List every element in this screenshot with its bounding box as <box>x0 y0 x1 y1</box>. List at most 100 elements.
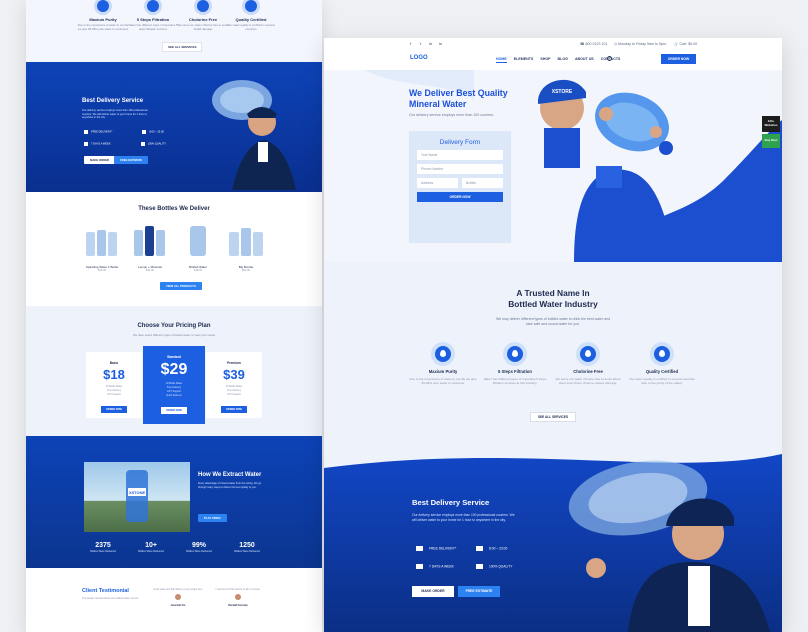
free-estimate-button[interactable]: FREE ESTIMATE <box>458 586 500 597</box>
stat-item: 10+ Bottles Were Delivered <box>126 542 176 553</box>
left-feature-purity: Maxium Purity Due to the importance of w… <box>76 0 130 31</box>
testimonial-author: Jeremiah Fin <box>170 604 186 608</box>
hours-info: ◷ Monday to Friday 9am to 5pm <box>614 41 666 46</box>
feature-desc: Due to the importance of water to our li… <box>77 23 129 31</box>
left-bottles-section: These Bottles We Deliver Sparkling Water… <box>26 192 322 306</box>
avatar <box>175 594 181 601</box>
plan-name: Basic <box>109 361 119 365</box>
bottle-image: XSTONE <box>126 470 148 522</box>
feature-card-quality: Quality Certified Our water quality is c… <box>626 346 698 386</box>
stat-label: Bottles Were Delivered <box>186 550 212 553</box>
delivery-man-image <box>212 80 296 190</box>
badge-icon <box>654 346 670 362</box>
product-card[interactable]: Lemon + Minerals $24.00 <box>130 222 170 272</box>
plan-order-button[interactable]: ORDER NOW <box>101 406 127 414</box>
plan-order-button[interactable]: ORDER NOW <box>221 406 247 414</box>
left-feature-filtration: 5 Steps Filtration Water has different t… <box>126 0 180 31</box>
testimonial-card: Great water and fast delivery every sing… <box>150 588 206 608</box>
hero-subtitle: Our delivery service employs more than 1… <box>409 113 495 117</box>
linkedin-icon[interactable]: in <box>439 41 442 46</box>
feature-title: Quality Certified <box>645 369 679 374</box>
stat-item: 99% Bottles Were Delivered <box>174 542 224 553</box>
make-order-button[interactable]: MAKE ORDER <box>84 156 116 164</box>
bottle-icon <box>229 228 263 256</box>
delivery-item-text: 8:00 – 23:00 <box>489 546 508 551</box>
feature-desc: Water has different types of impurities … <box>483 377 547 386</box>
droplet-icon <box>435 346 451 362</box>
search-icon[interactable] <box>607 56 612 61</box>
section-subtitle: We have select different types of bottle… <box>133 333 215 337</box>
feature-card-purity: Maxium Purity Due to the importance of w… <box>407 346 479 386</box>
left-features-strip: Maxium Purity Due to the importance of w… <box>26 0 322 62</box>
testimonial-card: I recommend this service to all my frien… <box>210 588 266 608</box>
product-card[interactable]: Big Bundle $44.00 <box>226 222 266 272</box>
section-text: Our delivery service employs more than 1… <box>82 109 148 120</box>
stat-item: 1250 Bottles Were Delivered <box>222 542 272 553</box>
section-text: We may deliver different types of bottle… <box>495 317 611 327</box>
left-feature-quality: Quality Certified Our water quality is c… <box>224 0 278 31</box>
delivery-item-text: FREE DELIVERY* <box>429 546 457 551</box>
phone-field[interactable]: Phone Number <box>417 164 503 174</box>
buy-now-side-tab[interactable]: Buy Now <box>762 134 780 148</box>
make-order-button[interactable]: MAKE ORDER <box>412 586 454 597</box>
feature-desc: Water has different types of impurities … <box>128 23 178 31</box>
delivery-item: 7 DAYS A WEEK <box>84 142 111 146</box>
feature-desc: Due to the importance of water to our li… <box>409 377 477 386</box>
delivery-item: FREE DELIVERY* <box>84 130 112 134</box>
feature-title: 5 Steps Filtration <box>136 17 170 22</box>
product-price: $18.00 <box>194 269 202 272</box>
logo[interactable]: LOGO <box>410 55 428 61</box>
order-now-button[interactable]: ORDER NOW <box>661 54 696 64</box>
trusted-section: A Trusted Name In Bottled Water Industry… <box>324 262 782 448</box>
feature-title: Quality Certified <box>235 17 267 22</box>
see-all-services-button[interactable]: SEE ALL SERVICES <box>530 412 576 422</box>
stat-item: 2375 Bottles Were Delivered <box>78 542 128 553</box>
nav-elements[interactable]: ELEMENTS <box>514 57 534 63</box>
product-price: $24.00 <box>146 269 154 272</box>
twitter-icon[interactable]: t <box>420 41 421 46</box>
instagram-icon[interactable]: in <box>429 41 432 46</box>
play-video-button[interactable]: PLAY VIDEO <box>198 514 227 522</box>
left-see-all-button[interactable]: SEE ALL SERVICES <box>162 42 203 52</box>
stat-value: 10+ <box>145 542 157 549</box>
websites-side-tab[interactable]: 130+ Websites <box>762 116 780 132</box>
nav-about-us[interactable]: ABOUT US <box>575 57 594 63</box>
cart-info[interactable]: 🛒 Cart: $0.00 <box>674 42 697 46</box>
feature-desc: Our water quality is certified in severa… <box>629 377 695 386</box>
plan-feature: 24/7 Support <box>227 393 241 397</box>
feature-title: Cholorine Free <box>188 17 218 22</box>
section-title: How We Extract Water <box>198 472 262 478</box>
feature-title: 5 Steps Filtration <box>498 369 532 374</box>
badge-icon <box>245 0 257 12</box>
delivery-item: 8:00 – 23:00 <box>476 546 507 551</box>
nav-menu: HOME ELEMENTS SHOP BLOG ABOUT US CONTACT… <box>496 57 620 63</box>
product-card[interactable]: Bottled Water $18.00 <box>178 222 218 272</box>
address-field[interactable]: Address <box>417 178 458 188</box>
bottle-icon <box>134 226 165 256</box>
spring-water-image: XSTONE <box>84 462 190 532</box>
section-text: Every advantage of mineral water from th… <box>198 482 262 489</box>
free-estimate-button[interactable]: FREE ESTIMATE <box>114 156 149 164</box>
section-text: Our delivery service employs more than 1… <box>412 513 515 522</box>
nav-home[interactable]: HOME <box>496 57 507 63</box>
form-submit-button[interactable]: ORDER NOW <box>417 192 503 202</box>
bottles-field[interactable]: Bottles <box>462 178 503 188</box>
section-title: Best Delivery Service <box>82 98 144 104</box>
pricing-plan-standard: Standard $29 19 Bottle Water Free Delive… <box>143 346 205 424</box>
stat-value: 2375 <box>95 542 111 549</box>
name-field[interactable]: Your Name <box>417 150 503 160</box>
left-page-mockup: Maxium Purity Due to the importance of w… <box>26 0 322 632</box>
view-all-products-button[interactable]: VIEW ALL PRODUCTS <box>160 282 202 290</box>
nav-blog[interactable]: BLOG <box>558 57 568 63</box>
product-card[interactable]: Sparkling Water 1 Bottle $20.00 <box>82 222 122 272</box>
plan-feature: Quick Delivery <box>166 394 182 398</box>
stat-label: Bottles Were Delivered <box>90 550 116 553</box>
product-price: $20.00 <box>98 269 106 272</box>
stat-value: 99% <box>191 542 206 549</box>
section-title: Client Testimonial <box>82 588 129 594</box>
nav-shop[interactable]: SHOP <box>540 57 550 63</box>
plan-order-button[interactable]: ORDER NOW <box>161 407 187 415</box>
feature-card-chlorine: Cholorine Free We serve our water chlori… <box>552 346 624 386</box>
leaf-icon <box>197 0 209 12</box>
facebook-icon[interactable]: f <box>410 41 411 46</box>
